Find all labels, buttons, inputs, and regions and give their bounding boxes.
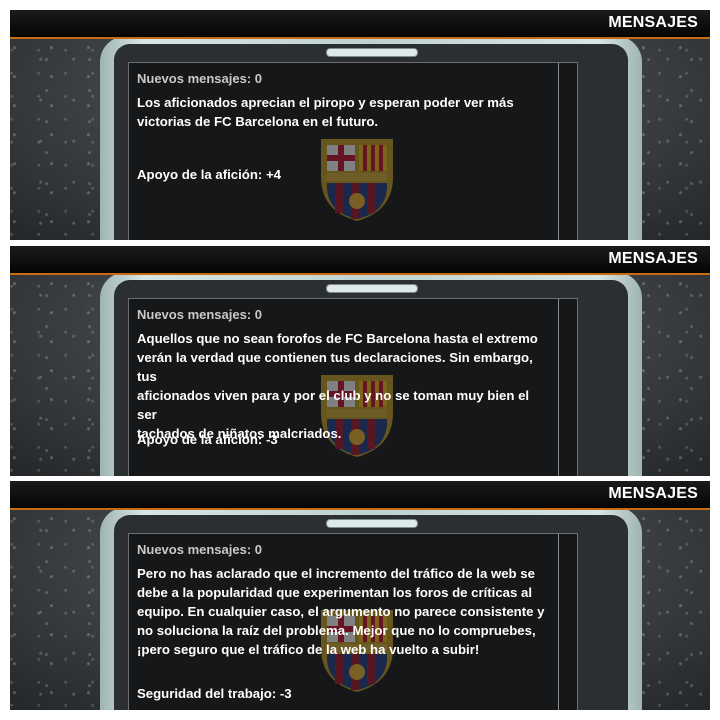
message-screen[interactable]: Nuevos mensajes: 0 Aquellos que no sean … <box>128 298 578 476</box>
message-body: Los aficionados aprecian el piropo y esp… <box>137 95 514 129</box>
message-screen[interactable]: Nuevos mensajes: 0 Los aficionados aprec… <box>128 62 578 240</box>
result-line: Apoyo de la afición: -3 <box>137 432 278 447</box>
message-body: Aquellos que no sean forofos de FC Barce… <box>137 331 538 441</box>
header-title: MENSAJES <box>608 485 698 502</box>
message-screen[interactable]: Nuevos mensajes: 0 Pero no has aclarado … <box>128 533 578 710</box>
header-bar: MENSAJES <box>10 481 710 510</box>
speaker-slot <box>326 519 418 528</box>
message-panel-1: MENSAJES Nuevos mensajes: 0 Los aficiona… <box>10 10 710 240</box>
fc-barcelona-crest-icon <box>321 139 393 221</box>
scroll-track[interactable] <box>558 63 559 240</box>
scroll-track[interactable] <box>558 299 559 476</box>
header-bar: MENSAJES <box>10 10 710 39</box>
speaker-slot <box>326 284 418 293</box>
result-line: Seguridad del trabajo: -3 <box>137 686 292 701</box>
header-title: MENSAJES <box>608 14 698 31</box>
message-body: Pero no has aclarado que el incremento d… <box>137 566 545 657</box>
header-title: MENSAJES <box>608 250 698 267</box>
new-messages-count: Nuevos mensajes: 0 <box>137 307 263 322</box>
new-messages-count: Nuevos mensajes: 0 <box>137 542 263 557</box>
result-line: Apoyo de la afición: +4 <box>137 167 281 182</box>
speaker-slot <box>326 48 418 57</box>
header-bar: MENSAJES <box>10 246 710 275</box>
new-messages-count: Nuevos mensajes: 0 <box>137 71 263 86</box>
message-panel-2: MENSAJES Nuevos mensajes: 0 Aquellos que… <box>10 246 710 476</box>
message-panel-3: MENSAJES Nuevos mensajes: 0 Pero no has … <box>10 481 710 710</box>
scroll-track[interactable] <box>558 534 559 710</box>
